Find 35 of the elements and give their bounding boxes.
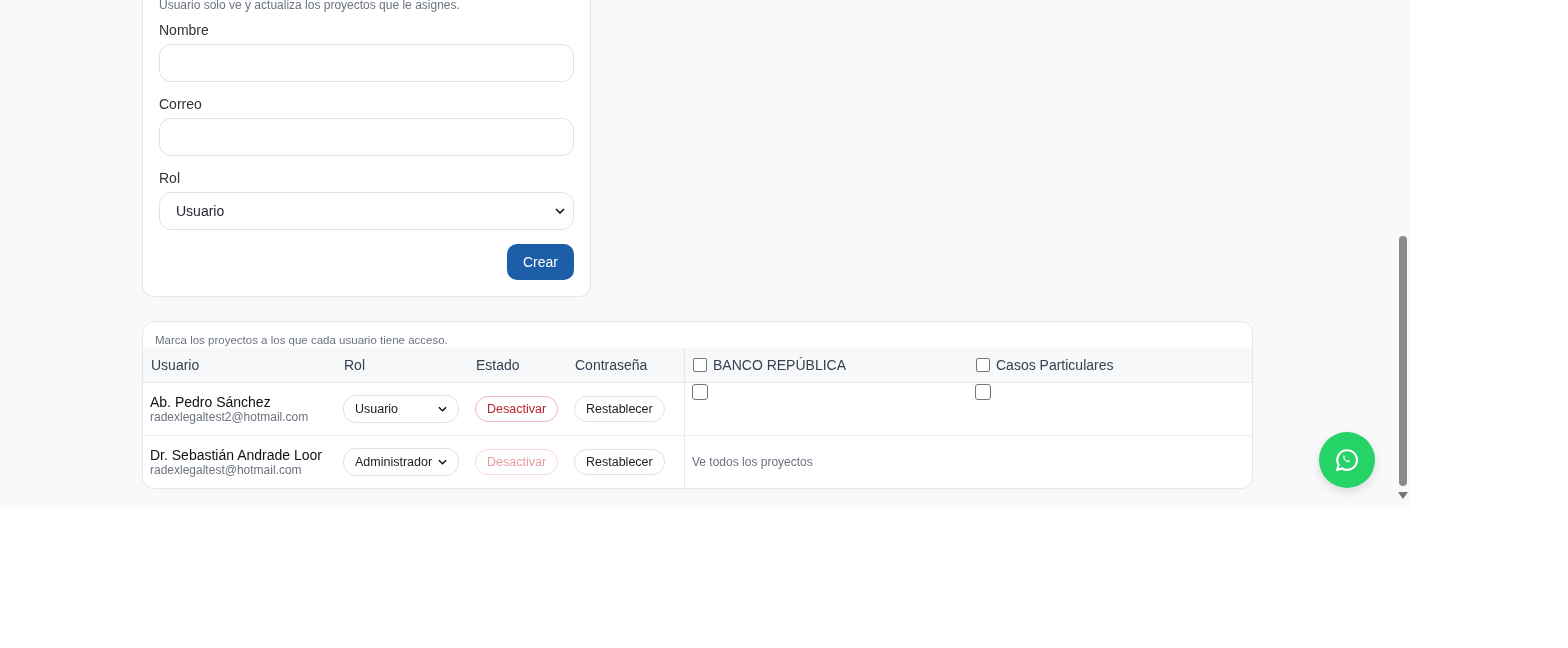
chevron-down-icon — [438, 406, 447, 412]
role-select[interactable]: Usuario — [159, 192, 574, 230]
checkbox[interactable] — [976, 358, 990, 372]
chat-bubble-phone-icon — [1334, 447, 1360, 473]
column-header: Rol — [343, 356, 366, 375]
field-label: Nombre — [159, 22, 210, 38]
form-hint: Usuario solo ve y actualiza los proyectos que le asignes. — [159, 0, 461, 12]
text-input[interactable] — [159, 44, 574, 82]
checkbox[interactable] — [692, 384, 708, 400]
text-input[interactable] — [159, 118, 574, 156]
reset-password-button[interactable]: Restablecer — [574, 449, 665, 475]
user-email: radexlegaltest@hotmail.com — [150, 463, 302, 477]
field-label: Rol — [159, 170, 181, 186]
chevron-down-icon — [555, 208, 565, 214]
create-button[interactable]: Crear — [507, 244, 574, 280]
scroll-down-arrow-icon[interactable] — [1398, 492, 1408, 499]
user-name: Dr. Sebastián Andrade Loor — [150, 447, 322, 463]
checkbox[interactable] — [975, 384, 991, 400]
user-email: radexlegaltest2@hotmail.com — [150, 410, 309, 424]
column-header: Usuario — [150, 356, 201, 375]
role-select[interactable]: Administrador — [343, 448, 459, 476]
deactivate-button[interactable]: Desactivar — [475, 396, 559, 422]
chevron-down-icon — [438, 459, 447, 465]
column-header: Estado — [475, 356, 521, 375]
column-header: Casos Particulares — [996, 357, 1114, 373]
column-header: Contraseña — [574, 356, 649, 375]
user-name: Ab. Pedro Sánchez — [150, 394, 271, 410]
scrollbar-thumb[interactable] — [1399, 236, 1407, 486]
reset-password-button[interactable]: Restablecer — [574, 396, 665, 422]
checkbox[interactable] — [693, 358, 707, 372]
column-header: BANCO REPÚBLICA — [713, 357, 847, 373]
field-label: Correo — [159, 96, 203, 112]
table-hint: Marca los proyectos a los que cada usuario tiene acceso. — [154, 333, 449, 348]
all-projects-note: Ve todos los proyectos — [692, 455, 813, 469]
role-select[interactable]: Usuario — [343, 395, 459, 423]
